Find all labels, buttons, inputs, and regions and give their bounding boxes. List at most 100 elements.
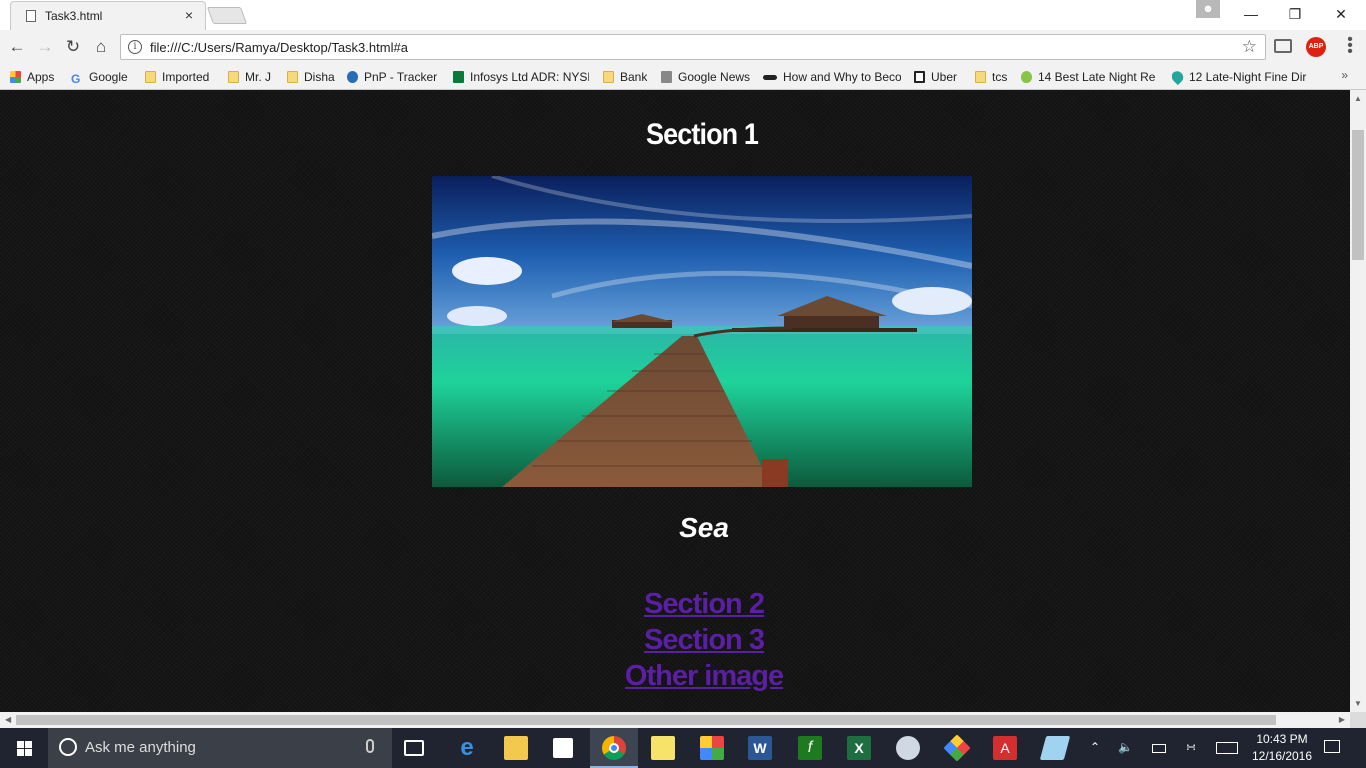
- clock-time: 10:43 PM: [1256, 732, 1308, 746]
- link-section-2[interactable]: Section 2: [0, 586, 1350, 622]
- volume-icon[interactable]: 🔈: [1118, 740, 1133, 754]
- map-pin-icon: [1172, 68, 1186, 86]
- bookmark-infosys[interactable]: Infosys Ltd ADR: NYSE: [453, 68, 589, 86]
- reload-button[interactable]: ↻: [62, 36, 84, 58]
- bookmark-apps[interactable]: Apps: [10, 68, 54, 86]
- browser-chrome: Task3.html × ☻ — ❐ ✕ ← → ↻ ⌂ i file:///C…: [0, 0, 1366, 90]
- profile-icon[interactable]: ☻: [1196, 0, 1220, 18]
- horizontal-scrollbar[interactable]: ◀ ▶: [0, 712, 1350, 728]
- scroll-up-icon[interactable]: ▲: [1354, 94, 1362, 103]
- task-view-icon[interactable]: [404, 740, 424, 756]
- sea-image: [432, 176, 972, 487]
- address-bar[interactable]: i file:///C:/Users/Ramya/Desktop/Task3.h…: [120, 34, 1266, 60]
- new-tab-button[interactable]: [206, 7, 248, 24]
- tata-icon: [347, 71, 358, 83]
- mustache-icon: [763, 75, 777, 80]
- notepad-icon[interactable]: [1039, 736, 1071, 760]
- minimize-button[interactable]: —: [1228, 0, 1274, 28]
- scroll-left-icon[interactable]: ◀: [5, 715, 11, 724]
- formula-icon[interactable]: f: [798, 736, 822, 760]
- tab-title: Task3.html: [45, 9, 103, 23]
- folder-icon: [603, 71, 614, 83]
- more-bookmarks-button[interactable]: »: [1341, 68, 1348, 82]
- bookmark-bank[interactable]: Bank: [603, 68, 647, 86]
- forward-button[interactable]: →: [34, 36, 56, 58]
- tray-chevron-icon[interactable]: ⌃: [1090, 740, 1100, 754]
- menu-icon[interactable]: • • •: [1346, 32, 1354, 60]
- tab-close-icon[interactable]: ×: [185, 7, 193, 23]
- page-viewport: Section 1 Sea Section 2 Section 3 Other …: [0, 90, 1350, 712]
- app-icon[interactable]: [896, 736, 920, 760]
- vertical-scroll-thumb[interactable]: [1352, 130, 1364, 260]
- bookmarks-bar: Apps G Google Imported Mr. J Disha PnP - …: [0, 64, 1366, 90]
- bookmark-imported[interactable]: Imported: [145, 68, 209, 86]
- action-center-icon[interactable]: [1324, 740, 1340, 753]
- start-button[interactable]: [0, 728, 48, 768]
- infosys-icon: [453, 71, 464, 83]
- bookmark-fine-dining[interactable]: 12 Late-Night Fine Dir: [1172, 68, 1308, 86]
- clock-date: 12/16/2016: [1251, 749, 1313, 763]
- toolbar: ← → ↻ ⌂ i file:///C:/Users/Ramya/Desktop…: [0, 30, 1366, 64]
- bookmark-star-icon[interactable]: ☆: [1242, 37, 1257, 57]
- section-links: Section 2 Section 3 Other image: [0, 586, 1350, 694]
- info-icon[interactable]: i: [128, 40, 142, 54]
- windows-logo-icon: [17, 741, 24, 748]
- close-window-button[interactable]: ✕: [1318, 0, 1364, 28]
- chrome-taskbar-button[interactable]: [590, 728, 638, 768]
- apps-icon[interactable]: [700, 736, 724, 760]
- section-heading: Section 1: [646, 118, 759, 151]
- git-icon[interactable]: [943, 734, 971, 762]
- chrome-icon: [602, 736, 626, 760]
- folder-icon: [287, 71, 298, 83]
- home-button[interactable]: ⌂: [90, 36, 112, 58]
- tab-strip: Task3.html × ☻ — ❐ ✕: [0, 0, 1366, 30]
- bookmark-disha[interactable]: Disha: [287, 68, 335, 86]
- bookmark-uber[interactable]: Uber: [914, 68, 957, 86]
- keyboard-icon[interactable]: [1216, 742, 1238, 754]
- acrobat-icon[interactable]: A: [993, 736, 1017, 760]
- adblock-icon[interactable]: ABP: [1306, 37, 1326, 57]
- cast-icon[interactable]: [1274, 39, 1292, 53]
- store-icon[interactable]: [553, 738, 573, 758]
- microphone-icon[interactable]: [366, 739, 374, 753]
- back-button[interactable]: ←: [6, 36, 28, 58]
- file-explorer-icon[interactable]: [504, 736, 528, 760]
- bookmark-google-news[interactable]: Google News: [661, 68, 750, 86]
- address-url[interactable]: file:///C:/Users/Ramya/Desktop/Task3.htm…: [150, 40, 408, 55]
- wifi-icon[interactable]: ∺: [1186, 740, 1196, 754]
- battery-icon[interactable]: [1152, 744, 1166, 753]
- uber-icon: [914, 71, 925, 83]
- horizontal-scroll-thumb[interactable]: [16, 715, 1276, 725]
- folder-icon: [228, 71, 239, 83]
- bookmark-google[interactable]: G Google: [71, 68, 128, 86]
- bookmark-how-and-why[interactable]: How and Why to Beco: [763, 68, 901, 86]
- bookmark-tcs[interactable]: tcs: [975, 68, 1007, 86]
- sticky-notes-icon[interactable]: [651, 736, 675, 760]
- news-icon: [661, 71, 672, 83]
- cortana-search[interactable]: Ask me anything: [48, 728, 392, 768]
- edge-icon[interactable]: e: [455, 736, 479, 760]
- tab-task3[interactable]: Task3.html ×: [10, 1, 206, 30]
- scroll-down-icon[interactable]: ▼: [1354, 699, 1362, 708]
- image-caption: Sea: [679, 512, 729, 543]
- scroll-right-icon[interactable]: ▶: [1339, 715, 1345, 724]
- system-clock[interactable]: 10:43 PM 12/16/2016: [1246, 731, 1318, 765]
- apps-grid-icon: [10, 71, 21, 83]
- page-icon: [26, 10, 36, 22]
- maximize-button[interactable]: ❐: [1272, 0, 1318, 28]
- cortana-icon: [59, 738, 77, 756]
- google-icon: G: [71, 72, 81, 86]
- bookmark-mr-j[interactable]: Mr. J: [228, 68, 271, 86]
- search-placeholder: Ask me anything: [85, 739, 196, 756]
- link-other-image[interactable]: Other image: [0, 658, 1350, 694]
- bookmark-late-night[interactable]: 14 Best Late Night Re: [1021, 68, 1157, 86]
- folder-icon: [145, 71, 156, 83]
- excel-icon[interactable]: X: [847, 736, 871, 760]
- word-icon[interactable]: W: [748, 736, 772, 760]
- bookmark-pnp-tracker[interactable]: PnP - Tracker: [347, 68, 437, 86]
- vertical-scrollbar[interactable]: ▲ ▼: [1350, 90, 1366, 712]
- folder-icon: [975, 71, 986, 83]
- taskbar: Ask me anything e W f X A ⌃ 🔈 ∺ 10:43 PM…: [0, 728, 1366, 768]
- scroll-corner: [1350, 712, 1366, 728]
- link-section-3[interactable]: Section 3: [0, 622, 1350, 658]
